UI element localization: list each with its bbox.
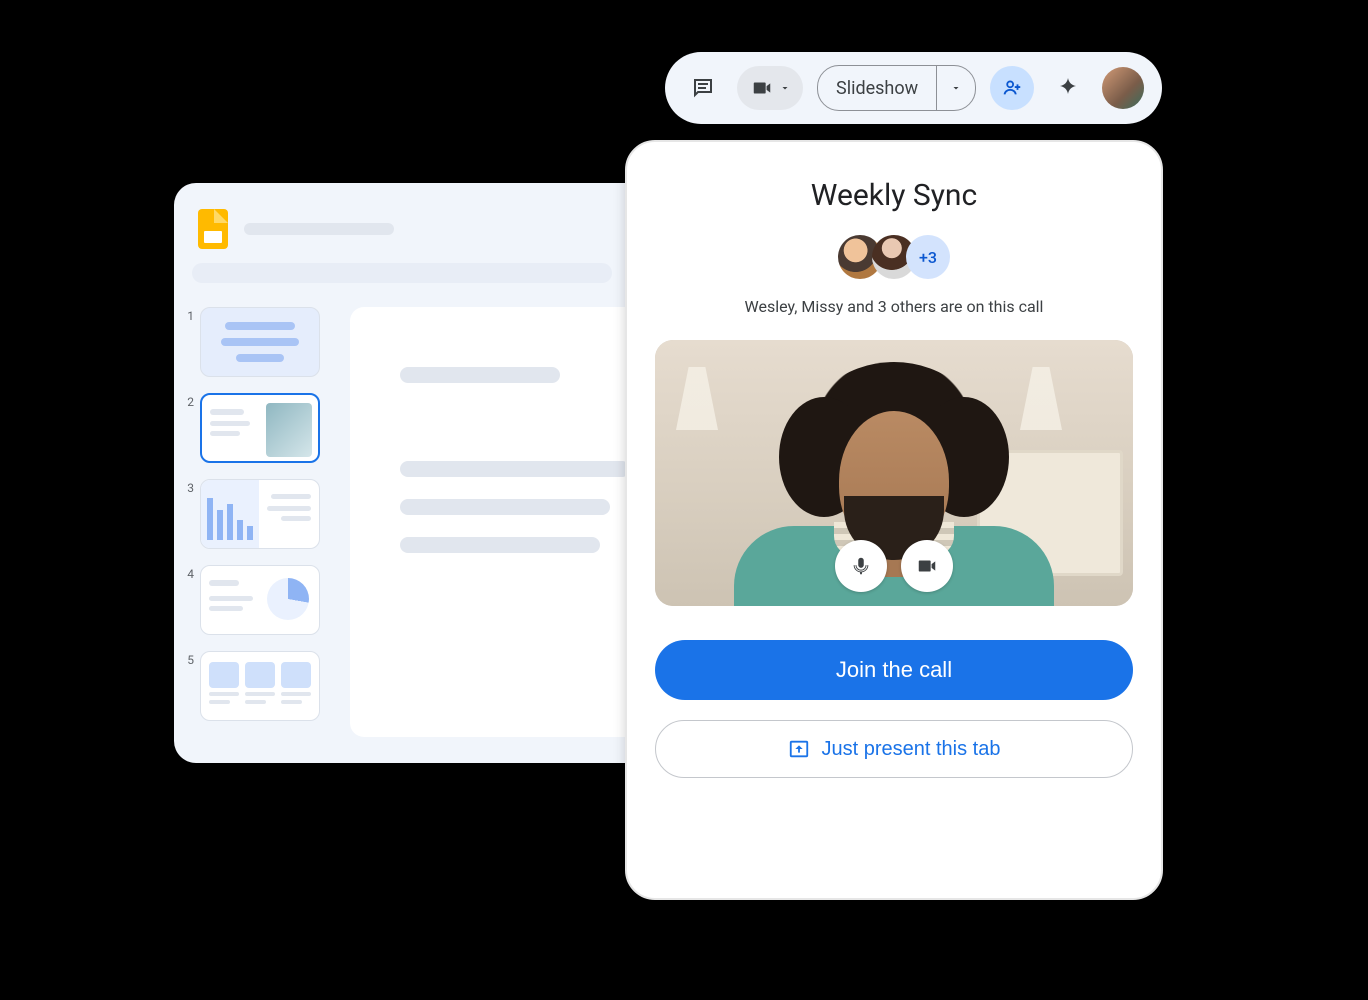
- join-call-button[interactable]: Join the call: [655, 640, 1133, 700]
- share-button[interactable]: [990, 66, 1034, 110]
- toggle-camera-button[interactable]: [901, 540, 953, 592]
- thumb-number: 1: [180, 307, 194, 323]
- thumb-number: 5: [180, 651, 194, 667]
- participant-overflow-badge[interactable]: +3: [906, 235, 950, 279]
- slide-thumbnail-1[interactable]: [200, 307, 320, 377]
- slides-logo-icon: [198, 209, 228, 249]
- slide-thumbnail-4[interactable]: [200, 565, 320, 635]
- thumb-number: 3: [180, 479, 194, 495]
- toggle-mic-button[interactable]: [835, 540, 887, 592]
- sparkle-icon: [1056, 76, 1080, 100]
- comment-icon: [691, 76, 715, 100]
- present-tab-label: Just present this tab: [822, 738, 1001, 761]
- gemini-button[interactable]: [1048, 68, 1088, 108]
- video-icon: [916, 555, 938, 577]
- slideshow-label: Slideshow: [818, 78, 936, 99]
- video-icon: [751, 77, 773, 99]
- call-subtitle: Wesley, Missy and 3 others are on this c…: [745, 297, 1044, 316]
- self-video-preview: [655, 340, 1133, 606]
- comment-history-button[interactable]: [683, 68, 723, 108]
- thumb-number: 4: [180, 565, 194, 581]
- microphone-icon: [850, 555, 872, 577]
- slideshow-button[interactable]: Slideshow: [817, 65, 976, 111]
- thumb-number: 2: [180, 393, 194, 409]
- present-to-all-icon: [788, 738, 810, 760]
- slide-thumbnails: 1 2 3: [180, 307, 330, 737]
- doc-title-placeholder: [244, 223, 394, 235]
- slides-toolbar-placeholder: [192, 263, 612, 283]
- meet-video-button[interactable]: [737, 66, 803, 110]
- chevron-down-icon: [950, 82, 962, 94]
- slide-thumbnail-3[interactable]: [200, 479, 320, 549]
- slide-thumbnail-2[interactable]: [200, 393, 320, 463]
- meet-call-panel: Weekly Sync +3 Wesley, Missy and 3 other…: [625, 140, 1163, 900]
- slides-action-toolbar: Slideshow: [665, 52, 1162, 124]
- call-title: Weekly Sync: [811, 178, 977, 213]
- slideshow-dropdown[interactable]: [936, 66, 975, 110]
- present-tab-button[interactable]: Just present this tab: [655, 720, 1133, 778]
- slide-thumbnail-5[interactable]: [200, 651, 320, 721]
- participant-avatars: +3: [838, 235, 950, 279]
- chevron-down-icon: [779, 82, 791, 94]
- person-add-icon: [1001, 77, 1023, 99]
- account-avatar[interactable]: [1102, 67, 1144, 109]
